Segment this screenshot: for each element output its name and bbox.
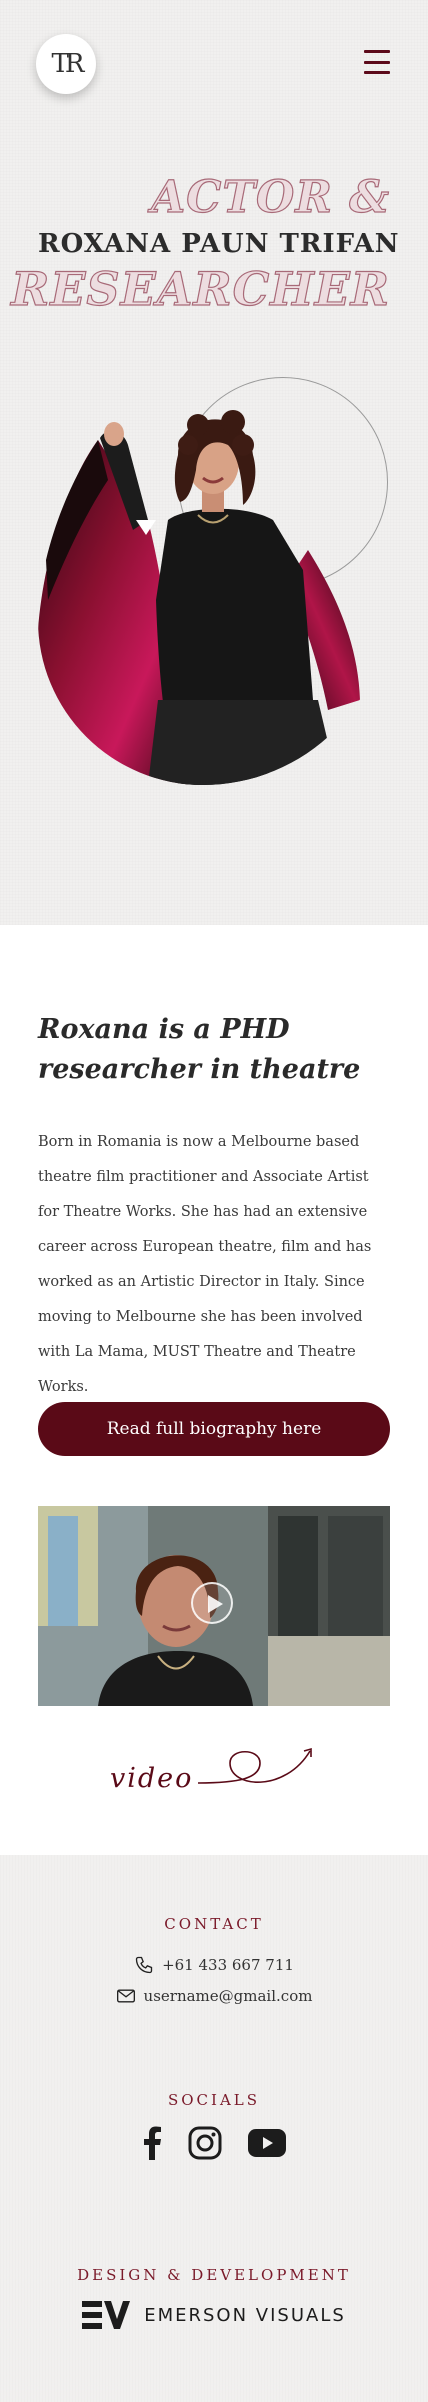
contact-heading: CONTACT: [164, 1915, 264, 1933]
socials-heading: SOCIALS: [167, 2091, 261, 2109]
developer-name: EMERSON VISUALS: [144, 2304, 346, 2326]
video-caption: video: [110, 1733, 320, 1803]
facebook-icon[interactable]: [142, 2126, 162, 2164]
swirl-arrow-icon: [197, 1747, 312, 1784]
design-dev-heading: DESIGN & DEVELOPMENT: [77, 2266, 351, 2284]
email-address: username@gmail.com: [143, 1987, 313, 2005]
social-links: [0, 2126, 428, 2164]
footer: CONTACT +61 433 667 711 username@gmail.c…: [0, 1855, 428, 2402]
read-biography-button[interactable]: Read full biography here: [38, 1402, 390, 1456]
emerson-visuals-logo-icon: [82, 2301, 131, 2329]
site-logo[interactable]: TR: [36, 34, 96, 94]
hero-portrait: [38, 400, 390, 785]
logo-text: TR: [51, 49, 85, 79]
phone-icon: [135, 1956, 153, 1974]
video-player[interactable]: [38, 1506, 390, 1706]
about-section: Roxana is a PHD researcher in theatre Bo…: [0, 925, 428, 1855]
instagram-icon[interactable]: [188, 2126, 222, 2164]
hamburger-icon[interactable]: [364, 50, 390, 74]
hero-section: TR ACTOR & ROXANA PAUN TRIFAN RESEARCHER: [0, 0, 428, 925]
play-icon[interactable]: [191, 1582, 233, 1624]
phone-number: +61 433 667 711: [162, 1956, 294, 1974]
mail-icon: [116, 1989, 135, 2003]
developer-credit[interactable]: EMERSON VISUALS: [0, 2301, 428, 2329]
headline-researcher: RESEARCHER: [11, 261, 390, 316]
contact-phone[interactable]: +61 433 667 711: [0, 1955, 428, 1975]
about-title: Roxana is a PHD researcher in theatre: [38, 1014, 361, 1085]
contact-email[interactable]: username@gmail.com: [0, 1986, 428, 2006]
headline-name: ROXANA PAUN TRIFAN: [38, 229, 400, 259]
youtube-icon[interactable]: [248, 2129, 286, 2161]
headline-actor: ACTOR &: [151, 171, 390, 223]
about-body: Born in Romania is now a Melbourne based…: [38, 1134, 372, 1395]
